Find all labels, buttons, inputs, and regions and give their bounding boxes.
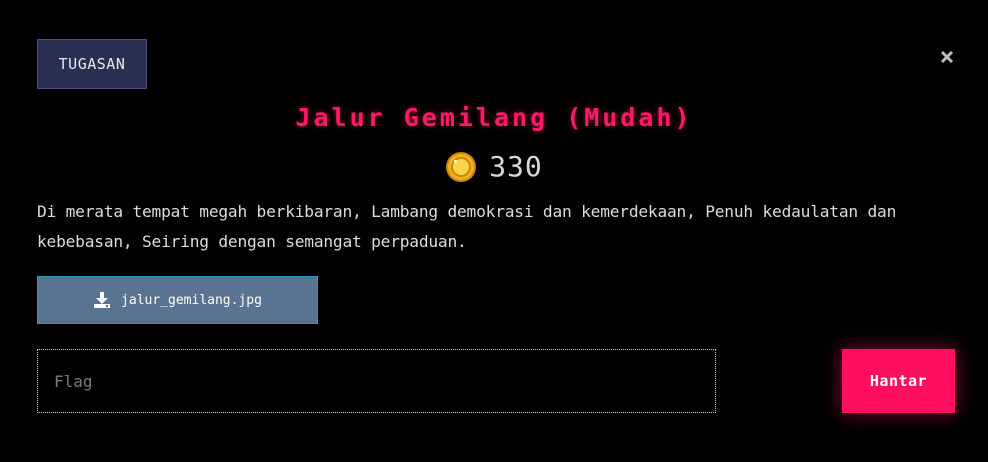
category-label: TUGASAN xyxy=(58,55,126,73)
category-badge: TUGASAN xyxy=(37,39,147,89)
challenge-description: Di merata tempat megah berkibaran, Lamba… xyxy=(37,202,897,251)
download-icon xyxy=(94,292,111,308)
submit-button[interactable]: Hantar xyxy=(842,349,955,413)
challenge-modal: TUGASAN Jalur Gemilang (Mudah) 330 Di me… xyxy=(0,0,988,462)
download-attachment-button[interactable]: jalur_gemilang.jpg xyxy=(37,276,318,324)
points-display: 330 xyxy=(0,150,988,183)
flag-input[interactable] xyxy=(37,349,716,413)
coin-icon xyxy=(446,151,477,182)
close-button[interactable] xyxy=(936,46,958,68)
points-value: 330 xyxy=(489,150,543,183)
attachment-filename: jalur_gemilang.jpg xyxy=(121,292,262,308)
close-icon xyxy=(940,50,954,64)
challenge-title: Jalur Gemilang (Mudah) xyxy=(295,103,693,132)
